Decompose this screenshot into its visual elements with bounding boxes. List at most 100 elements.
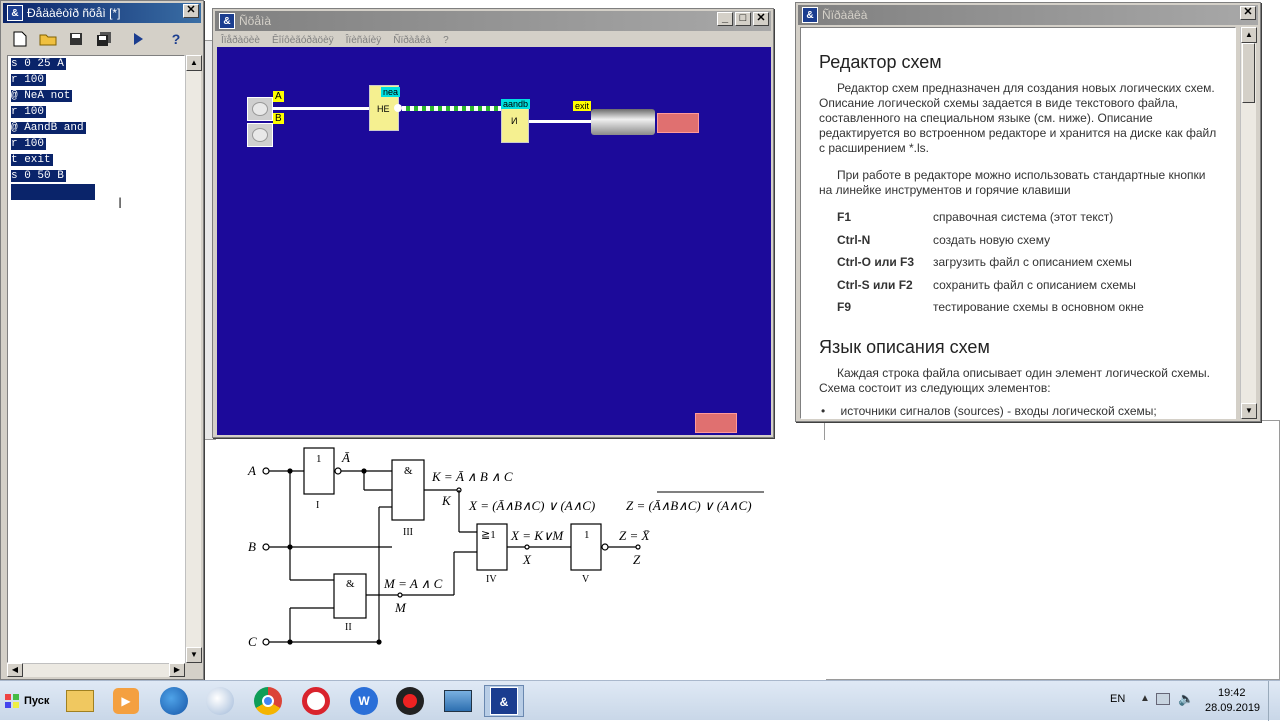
logic-app-icon[interactable]: &	[484, 685, 524, 717]
start-label: Пуск	[24, 695, 50, 707]
code-line: r 100	[11, 138, 47, 150]
input-a-label: A	[273, 91, 284, 102]
editor-horizontal-scrollbar[interactable]: ◀ ▶	[7, 663, 185, 677]
chrome-icon[interactable]	[248, 685, 288, 717]
shortcut-row: F1 справочная система (этот текст)	[837, 210, 1114, 225]
open-folder-icon[interactable]	[37, 28, 59, 50]
gate-v-symbol: 1	[584, 529, 590, 541]
code-line: s 0 50 B	[11, 170, 66, 182]
file-manager-icon[interactable]	[60, 685, 100, 717]
close-icon[interactable]: ✕	[753, 12, 769, 26]
tray-expand-icon[interactable]: ▲	[1140, 693, 1150, 704]
media-player-icon[interactable]: ▶	[106, 685, 146, 717]
gate-v-numeral: V	[582, 574, 590, 585]
wps-icon[interactable]: W	[344, 685, 384, 717]
gate-iv-numeral: IV	[486, 574, 497, 585]
k-expression: K = Ā ∧ B ∧ C	[431, 469, 513, 484]
maximize-icon[interactable]: □	[735, 12, 751, 26]
help-heading-language: Язык описания схем	[819, 336, 990, 357]
firefox-icon[interactable]	[154, 685, 194, 717]
close-icon[interactable]: ✕	[1240, 6, 1256, 20]
logic-circuit-diagram: A B C 1 & & ≧1 1 I II III IV V Ā K = Ā ∧…	[247, 447, 764, 649]
show-desktop-button[interactable]	[1268, 681, 1280, 721]
schematic-title: Ñõåìà	[239, 14, 272, 28]
wire	[273, 107, 371, 110]
save-all-icon[interactable]	[93, 28, 115, 50]
opera-icon[interactable]	[296, 685, 336, 717]
help-vertical-scrollbar[interactable]: ▲ ▼	[1240, 27, 1257, 419]
app-logo-icon: &	[219, 13, 235, 29]
exit-label: exit	[573, 101, 592, 111]
editor-vertical-scrollbar[interactable]: ▲ ▼	[185, 55, 202, 663]
output-lamp	[657, 113, 699, 133]
start-button[interactable]: Пуск	[4, 687, 49, 715]
gate-ii-symbol: &	[346, 578, 355, 590]
gate-iv-symbol: ≧1	[481, 529, 496, 541]
windows-logo-icon	[5, 694, 19, 708]
k-label: K	[441, 493, 452, 508]
gate-ii-numeral: II	[345, 622, 352, 633]
z-not-expression: Z = X̄	[619, 528, 651, 543]
app-logo-icon: &	[7, 5, 23, 21]
input-c-label: C	[248, 634, 257, 649]
shortcut-row: F9 тестирование схемы в основном окне	[837, 300, 1144, 315]
scroll-left-arrow[interactable]: ◀	[7, 663, 23, 677]
schematic-canvas[interactable]: A B nea НЕ aandb И exit	[217, 47, 771, 435]
network-icon[interactable]	[1156, 693, 1170, 705]
code-line: r 100	[11, 106, 47, 118]
schematic-title-bar[interactable]: & Ñõåìà	[215, 11, 771, 31]
image-viewer-icon[interactable]	[438, 685, 478, 717]
scroll-right-arrow[interactable]: ▶	[169, 663, 185, 677]
close-icon[interactable]: ✕	[183, 4, 199, 18]
shortcut-row: Ctrl-N создать новую схему	[837, 232, 1051, 247]
editor-toolbar: ?	[5, 25, 199, 53]
scroll-up-arrow[interactable]: ▲	[1241, 27, 1257, 43]
code-line: t exit	[11, 154, 53, 166]
not-gate-name: nea	[381, 87, 401, 97]
and-gate-name: aandb	[501, 99, 531, 109]
new-file-icon[interactable]	[9, 28, 31, 50]
editor-title-bar[interactable]: & Ðåäàêòîð ñõåì [*]	[3, 3, 201, 23]
z-expression: Z = (Ā∧B∧C) ∨ (A∧C)	[626, 498, 752, 513]
minimize-icon[interactable]: _	[717, 12, 733, 26]
save-icon[interactable]	[65, 28, 87, 50]
code-editor[interactable]: s 0 25 A r 100 @ NeA not r 100 @ AandB a…	[7, 55, 185, 663]
status-lamp	[695, 413, 737, 433]
help-icon[interactable]: ?	[165, 28, 187, 50]
volume-icon[interactable]: 🔈	[1178, 691, 1194, 707]
recorder-icon[interactable]	[390, 685, 430, 717]
switch-b[interactable]	[247, 123, 273, 147]
gate-iii-numeral: III	[403, 527, 413, 538]
gate-i-symbol: 1	[316, 453, 322, 465]
help-title: Ñïðàâêà	[822, 8, 868, 22]
help-content[interactable]: Редактор схем Редактор схем предназначен…	[800, 27, 1236, 419]
x-or-expression: X = K∨M	[510, 528, 564, 543]
scroll-down-arrow[interactable]: ▼	[186, 647, 202, 663]
input-a-label: A	[247, 463, 256, 478]
scroll-down-arrow[interactable]: ▼	[1241, 403, 1257, 419]
shortcut-row: Ctrl-S или F2 сохранить файл с описанием …	[837, 277, 1136, 292]
help-window: & Ñïðàâêà ✕ Редактор схем Редактор схем …	[795, 2, 1261, 422]
switch-a[interactable]	[247, 97, 273, 121]
editor-title: Ðåäàêòîð ñõåì [*]	[27, 6, 121, 20]
code-line: r 100	[11, 74, 47, 86]
m-label: M	[394, 600, 407, 615]
language-indicator[interactable]: EN	[1110, 693, 1125, 705]
help-title-bar[interactable]: & Ñïðàâêà	[798, 5, 1258, 25]
not-gate-label: НЕ	[377, 104, 390, 114]
help-paragraph: При работе в редакторе можно использоват…	[819, 168, 1206, 197]
run-icon[interactable]	[127, 28, 149, 50]
help-paragraph: Редактор схем предназначен для создания …	[819, 81, 1217, 155]
editor-window: & Ðåäàêòîð ñõåì [*] ✕ ? s 0 25 A r 100 @…	[0, 0, 204, 680]
signal-wire	[402, 106, 502, 111]
output-cylinder	[591, 109, 655, 135]
background-bottom-pane: A B C 1 & & ≧1 1 I II III IV V Ā K = Ā ∧…	[204, 440, 826, 680]
code-line-selected-blank	[8, 184, 184, 200]
x-label: X	[522, 552, 532, 567]
clock-date[interactable]: 28.09.2019	[1205, 702, 1260, 714]
globe-icon[interactable]	[200, 685, 240, 717]
scroll-thumb[interactable]	[1242, 43, 1255, 103]
scroll-up-arrow[interactable]: ▲	[186, 55, 202, 71]
clock-time[interactable]: 19:42	[1218, 687, 1246, 699]
x-expression: X = (Ā∧B∧C) ∨ (A∧C)	[468, 498, 595, 513]
